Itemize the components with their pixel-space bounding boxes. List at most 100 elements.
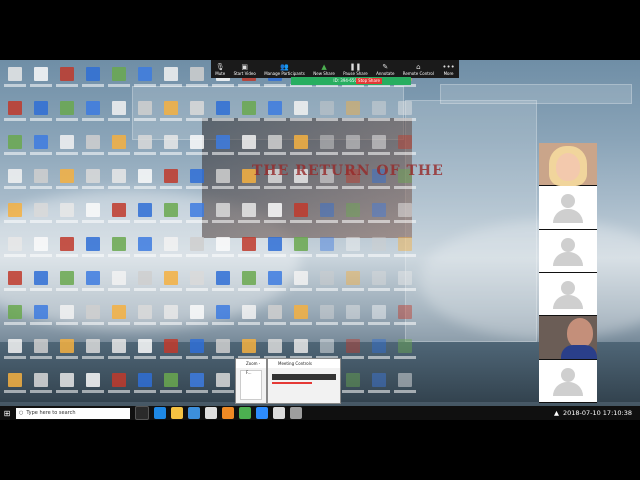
- desktop-icon[interactable]: [80, 234, 106, 267]
- new-share-button[interactable]: ▲ New Share: [313, 63, 335, 76]
- participant-video-3[interactable]: [539, 229, 597, 272]
- desktop-icon[interactable]: [340, 336, 366, 369]
- desktop-icon[interactable]: [366, 200, 392, 233]
- more-button[interactable]: ••• More: [442, 63, 454, 76]
- clock[interactable]: 2018-07-10 17:10:38: [563, 409, 632, 417]
- stop-share-button[interactable]: Stop Share: [356, 78, 382, 84]
- manage-participants-button[interactable]: 👥 Manage Participants: [264, 63, 305, 76]
- desktop-icon[interactable]: [392, 200, 418, 233]
- desktop-icon[interactable]: [288, 234, 314, 267]
- desktop-icon[interactable]: [132, 200, 158, 233]
- firefox-icon[interactable]: [222, 407, 234, 419]
- zoom-mini-window[interactable]: Zoom - F...: [235, 358, 267, 404]
- participant-video-6[interactable]: [539, 359, 597, 402]
- desktop-icon[interactable]: [158, 302, 184, 335]
- desktop-icon[interactable]: [262, 98, 288, 131]
- file-explorer-icon[interactable]: [171, 407, 183, 419]
- desktop-icon[interactable]: [2, 132, 28, 165]
- desktop-icon[interactable]: [132, 132, 158, 165]
- desktop-icon[interactable]: [2, 370, 28, 403]
- desktop-icon[interactable]: [106, 64, 132, 97]
- participant-video-5[interactable]: [539, 316, 597, 359]
- desktop-icon[interactable]: [158, 234, 184, 267]
- desktop-icon[interactable]: [262, 234, 288, 267]
- desktop-icon[interactable]: [106, 302, 132, 335]
- desktop-icon[interactable]: [158, 268, 184, 301]
- desktop-icon[interactable]: [314, 234, 340, 267]
- desktop-icon[interactable]: [158, 370, 184, 403]
- desktop-icon[interactable]: [314, 132, 340, 165]
- desktop-icon[interactable]: [54, 64, 80, 97]
- desktop-icon[interactable]: [288, 268, 314, 301]
- desktop-icon[interactable]: [210, 98, 236, 131]
- remote-control-button[interactable]: ⌂ Remote Control: [403, 63, 434, 76]
- participant-video-4[interactable]: [539, 272, 597, 316]
- desktop-icon[interactable]: [132, 98, 158, 131]
- desktop-icon[interactable]: [314, 268, 340, 301]
- desktop-icon[interactable]: [2, 336, 28, 369]
- desktop-icon[interactable]: [366, 98, 392, 131]
- participant-video-2[interactable]: [539, 186, 597, 229]
- desktop-icon[interactable]: [106, 132, 132, 165]
- start-video-button[interactable]: ▣ Start Video: [234, 63, 256, 76]
- desktop-icon[interactable]: [210, 200, 236, 233]
- desktop-icon[interactable]: [2, 268, 28, 301]
- app-icon[interactable]: [239, 407, 251, 419]
- desktop-icon[interactable]: [80, 370, 106, 403]
- desktop-icon[interactable]: [262, 132, 288, 165]
- desktop-icon[interactable]: [54, 302, 80, 335]
- desktop-icon[interactable]: [210, 132, 236, 165]
- network-icon[interactable]: ▲: [554, 409, 559, 417]
- desktop-icon[interactable]: [132, 64, 158, 97]
- desktop-icon[interactable]: [28, 98, 54, 131]
- desktop-icon[interactable]: [2, 98, 28, 131]
- desktop-icon[interactable]: [132, 234, 158, 267]
- desktop-icon[interactable]: [132, 336, 158, 369]
- desktop-icon[interactable]: [392, 234, 418, 267]
- desktop-icon[interactable]: [54, 166, 80, 199]
- desktop-icon[interactable]: [366, 268, 392, 301]
- windows-start-button[interactable]: ⊞: [0, 406, 14, 420]
- app-icon[interactable]: [273, 407, 285, 419]
- desktop-icon[interactable]: [158, 98, 184, 131]
- desktop-icon[interactable]: [80, 98, 106, 131]
- desktop-icon[interactable]: [210, 166, 236, 199]
- desktop-icon[interactable]: [210, 302, 236, 335]
- desktop-icon[interactable]: [340, 200, 366, 233]
- desktop-icon[interactable]: [288, 98, 314, 131]
- desktop-icon[interactable]: [80, 166, 106, 199]
- desktop-icon[interactable]: [392, 268, 418, 301]
- desktop-icon[interactable]: [210, 234, 236, 267]
- desktop-icon[interactable]: [392, 370, 418, 403]
- desktop-icon[interactable]: [80, 268, 106, 301]
- desktop-icon[interactable]: [236, 234, 262, 267]
- desktop-icon[interactable]: [28, 268, 54, 301]
- task-view-icon[interactable]: [135, 406, 149, 420]
- participant-video-1[interactable]: [539, 143, 597, 186]
- desktop-icon[interactable]: [106, 268, 132, 301]
- desktop-icon[interactable]: [2, 166, 28, 199]
- desktop-icon[interactable]: [158, 166, 184, 199]
- desktop-icon[interactable]: [392, 336, 418, 369]
- desktop-icon[interactable]: [28, 302, 54, 335]
- desktop-icon[interactable]: [314, 302, 340, 335]
- desktop-icon[interactable]: [158, 64, 184, 97]
- desktop-icon[interactable]: [210, 336, 236, 369]
- desktop-icon[interactable]: [184, 302, 210, 335]
- desktop-icon[interactable]: [366, 302, 392, 335]
- desktop-icon[interactable]: [262, 268, 288, 301]
- desktop-icon[interactable]: [132, 370, 158, 403]
- desktop-icon[interactable]: [28, 166, 54, 199]
- desktop-icon[interactable]: [184, 370, 210, 403]
- desktop-icon[interactable]: [314, 200, 340, 233]
- mute-button[interactable]: 🎙 Mute: [215, 63, 225, 76]
- desktop-icon[interactable]: [366, 132, 392, 165]
- annotate-button[interactable]: ✎ Annotate: [376, 63, 394, 76]
- desktop-icon[interactable]: [54, 98, 80, 131]
- mail-icon[interactable]: [205, 407, 217, 419]
- desktop-icon[interactable]: [236, 132, 262, 165]
- desktop-icon[interactable]: [184, 268, 210, 301]
- desktop-icon[interactable]: [80, 302, 106, 335]
- desktop-icon[interactable]: [366, 370, 392, 403]
- desktop-icon[interactable]: [392, 98, 418, 131]
